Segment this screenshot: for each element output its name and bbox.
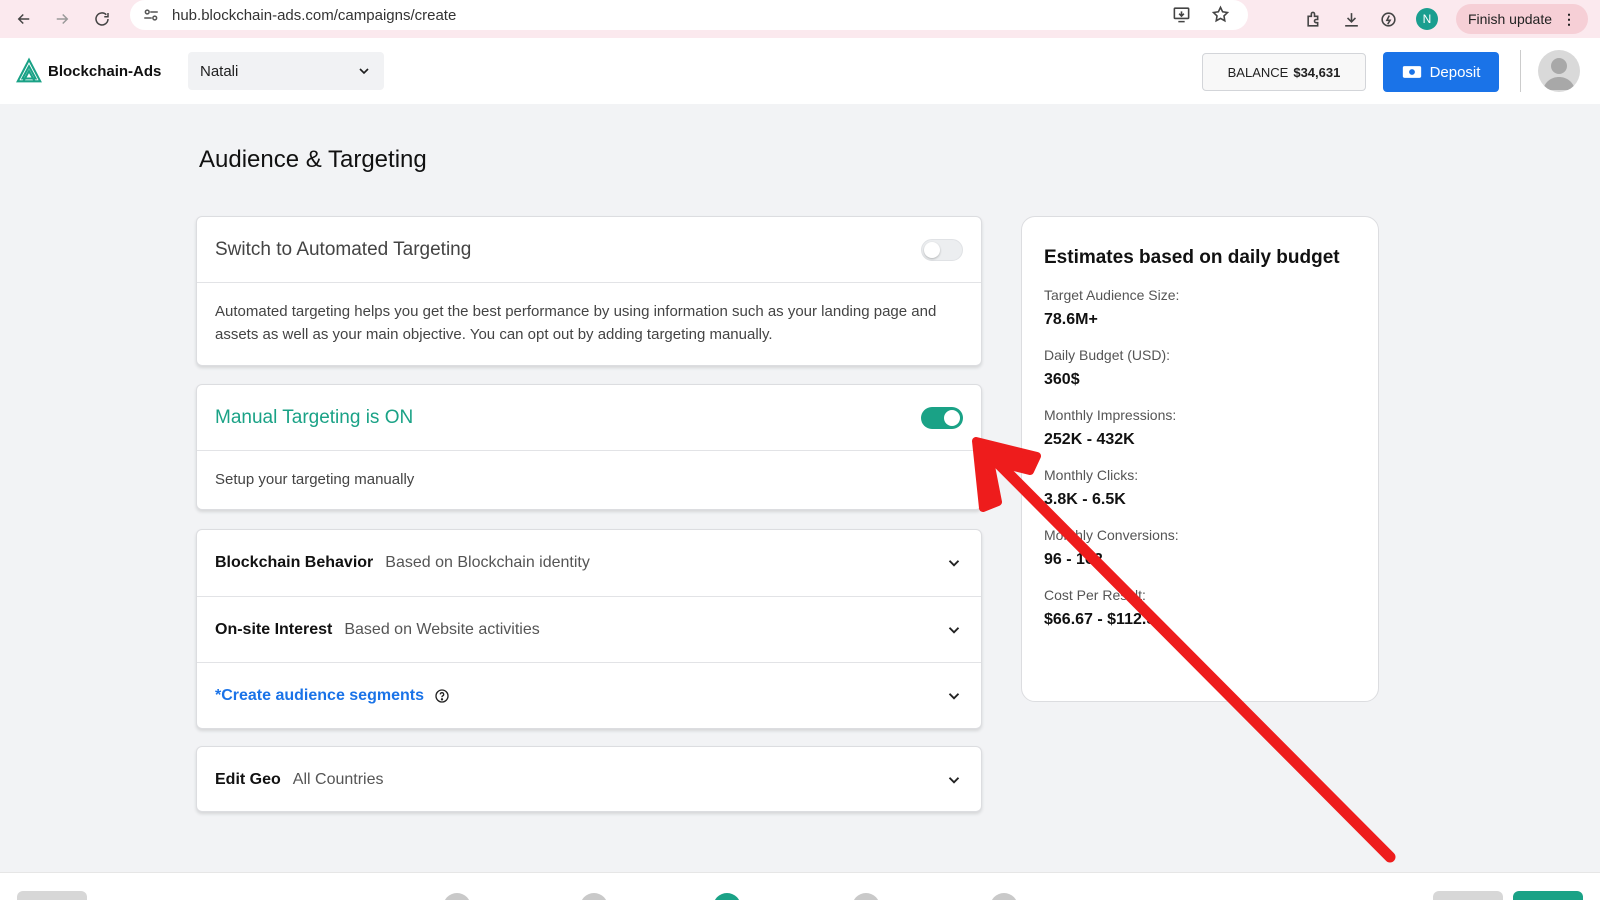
manual-targeting-header: Manual Targeting is ON: [197, 385, 981, 451]
save-draft-button[interactable]: [1433, 891, 1503, 900]
estimate-value: 3.8K - 6.5K: [1044, 491, 1126, 508]
user-avatar[interactable]: [1538, 50, 1580, 92]
estimate-monthly-impressions: Monthly Impressions: 252K - 432K: [1044, 407, 1356, 449]
automated-targeting-card: Switch to Automated Targeting Automated …: [196, 216, 982, 366]
edit-geo-subtitle: All Countries: [292, 771, 384, 788]
manual-targeting-description: Setup your targeting manually: [215, 471, 415, 488]
browser-toolbar: hub.blockchain-ads.com/campaigns/create …: [0, 0, 1600, 38]
site-settings-icon[interactable]: [142, 6, 160, 24]
manual-targeting-card: Manual Targeting is ON Setup your target…: [196, 384, 982, 510]
bookmark-star-icon[interactable]: [1211, 5, 1230, 24]
estimate-monthly-conversions: Monthly Conversions: 96 - 162: [1044, 527, 1356, 569]
automated-targeting-description: Automated targeting helps you get the be…: [215, 303, 937, 343]
section-title: Blockchain Behavior: [215, 554, 374, 571]
edit-geo-title: Edit Geo: [215, 771, 281, 788]
brand-logo[interactable]: Blockchain-Ads: [14, 56, 161, 86]
blockchain-ads-logo-icon: [16, 57, 42, 83]
finish-update-button[interactable]: Finish update ⋮: [1455, 4, 1588, 34]
account-selected-value: Natali: [200, 62, 239, 80]
automated-targeting-title: Switch to Automated Targeting: [215, 238, 472, 260]
next-step-button[interactable]: [1513, 891, 1583, 900]
step-indicator-active[interactable]: [713, 893, 741, 900]
cash-icon: [1402, 66, 1421, 78]
estimate-daily-budget: Daily Budget (USD): 360$: [1044, 347, 1356, 389]
estimate-cost-per-result: Cost Per Result: $66.67 - $112.5: [1044, 587, 1356, 629]
edit-geo-card: Edit Geo All Countries: [196, 746, 982, 812]
bottom-stepper-bar: [0, 872, 1600, 900]
automated-targeting-toggle[interactable]: [921, 238, 963, 261]
step-indicator[interactable]: [580, 893, 608, 900]
onsite-interest-section[interactable]: On-site Interest Based on Website activi…: [197, 596, 981, 662]
user-icon: [1543, 58, 1575, 90]
back-step-button[interactable]: [17, 891, 87, 900]
edit-geo-section[interactable]: Edit Geo All Countries: [197, 747, 981, 813]
chevron-down-icon: [948, 777, 960, 784]
install-app-icon[interactable]: [1172, 5, 1191, 24]
forward-button[interactable]: [42, 0, 82, 38]
section-subtitle: Based on Website activities: [344, 620, 540, 638]
estimate-monthly-clicks: Monthly Clicks: 3.8K - 6.5K: [1044, 467, 1356, 509]
estimate-value: 78.6M+: [1044, 311, 1098, 328]
chevron-down-icon: [948, 626, 960, 634]
section-subtitle: Based on Blockchain identity: [385, 554, 590, 571]
step-indicator[interactable]: [443, 893, 471, 900]
estimate-value: $66.67 - $112.5: [1044, 611, 1156, 628]
back-button[interactable]: [4, 0, 44, 38]
reload-icon: [95, 12, 109, 26]
chevron-down-icon: [359, 68, 369, 75]
create-audience-segments-link[interactable]: *Create audience segments: [215, 687, 424, 705]
estimate-label: Monthly Conversions:: [1044, 527, 1179, 543]
arrow-left-icon: [17, 13, 30, 25]
brand-name: Blockchain-Ads: [48, 62, 162, 80]
chevron-down-icon: [948, 692, 960, 700]
browser-profile-avatar[interactable]: N: [1415, 8, 1438, 30]
estimate-value: 96 - 162: [1044, 551, 1103, 568]
extensions-icon[interactable]: [1305, 10, 1324, 29]
estimate-value: 252K - 432K: [1044, 431, 1135, 448]
estimate-label: Daily Budget (USD):: [1044, 347, 1171, 363]
estimates-title: Estimates based on daily budget: [1044, 247, 1340, 268]
balance-label: BALANCE: [1227, 64, 1289, 80]
estimate-label: Monthly Impressions:: [1044, 407, 1177, 423]
account-dropdown[interactable]: Natali: [188, 52, 384, 90]
manual-targeting-title: Manual Targeting is ON: [215, 406, 414, 428]
estimate-label: Cost Per Result:: [1044, 587, 1146, 603]
estimates-panel: Estimates based on daily budget Target A…: [1021, 216, 1379, 702]
address-bar[interactable]: hub.blockchain-ads.com/campaigns/create: [130, 0, 1248, 30]
more-vert-icon: ⋮: [1562, 10, 1576, 27]
performance-icon[interactable]: [1379, 10, 1398, 29]
deposit-button[interactable]: Deposit: [1383, 52, 1499, 92]
step-indicator[interactable]: [852, 893, 880, 900]
arrow-right-icon: [56, 13, 69, 25]
estimate-audience-size: Target Audience Size: 78.6M+: [1044, 287, 1356, 329]
help-circle-icon[interactable]: [434, 688, 450, 704]
reload-button[interactable]: [82, 0, 122, 38]
page-title: Audience & Targeting: [199, 146, 427, 173]
step-indicator[interactable]: [990, 893, 1018, 900]
app-header: Blockchain-Ads Natali BALANCE $34,631 De…: [0, 38, 1600, 104]
balance-display: BALANCE $34,631: [1202, 53, 1366, 91]
create-audience-segments-section[interactable]: *Create audience segments: [197, 662, 981, 728]
manual-targeting-toggle[interactable]: [921, 406, 963, 429]
deposit-label: Deposit: [1429, 63, 1481, 81]
finish-update-label: Finish update: [1467, 11, 1552, 27]
download-icon[interactable]: [1342, 10, 1361, 29]
estimate-label: Monthly Clicks:: [1044, 467, 1139, 483]
url-text[interactable]: hub.blockchain-ads.com/campaigns/create: [172, 7, 456, 24]
blockchain-behavior-section[interactable]: Blockchain Behavior Based on Blockchain …: [197, 530, 981, 596]
section-title: On-site Interest: [215, 620, 333, 638]
header-divider: [1520, 50, 1521, 92]
automated-targeting-header: Switch to Automated Targeting: [197, 217, 981, 283]
estimate-value: 360$: [1044, 371, 1080, 388]
chevron-down-icon: [948, 560, 960, 567]
balance-value: $34,631: [1293, 64, 1341, 80]
targeting-sections-card: Blockchain Behavior Based on Blockchain …: [196, 529, 982, 729]
estimate-label: Target Audience Size:: [1044, 287, 1180, 303]
